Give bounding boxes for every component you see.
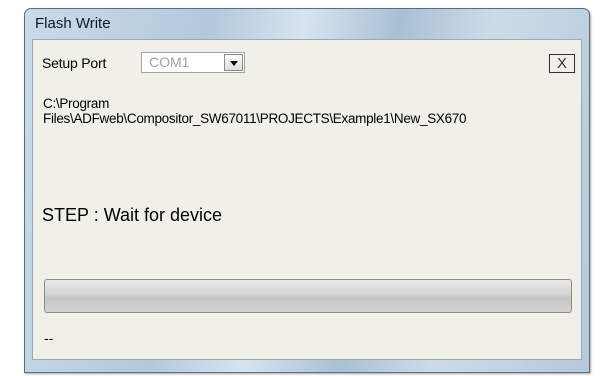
progress-bar xyxy=(44,279,572,313)
window-bottom-border xyxy=(32,360,582,372)
window-title: Flash Write xyxy=(35,15,111,32)
close-button[interactable]: X xyxy=(549,54,575,73)
file-path-line-2: Files\ADFweb\Compositor_SW67011\PROJECTS… xyxy=(43,111,467,126)
file-path-line-1: C:\Program xyxy=(43,96,110,111)
title-bar[interactable]: Flash Write xyxy=(25,9,589,39)
dialog-client-area: Setup Port COM1 X C:\Program Files\ADFwe… xyxy=(32,39,582,360)
status-text: -- xyxy=(44,330,54,346)
file-path: C:\Program Files\ADFweb\Compositor_SW670… xyxy=(43,96,563,126)
setup-port-select[interactable]: COM1 xyxy=(141,52,245,73)
setup-port-label: Setup Port xyxy=(42,55,107,71)
dropdown-button[interactable] xyxy=(224,54,243,71)
chevron-down-icon xyxy=(230,61,238,66)
step-status-text: STEP : Wait for device xyxy=(42,205,223,225)
flash-write-window: Flash Write Setup Port COM1 X C:\Program… xyxy=(24,8,590,373)
setup-port-value: COM1 xyxy=(149,54,190,70)
